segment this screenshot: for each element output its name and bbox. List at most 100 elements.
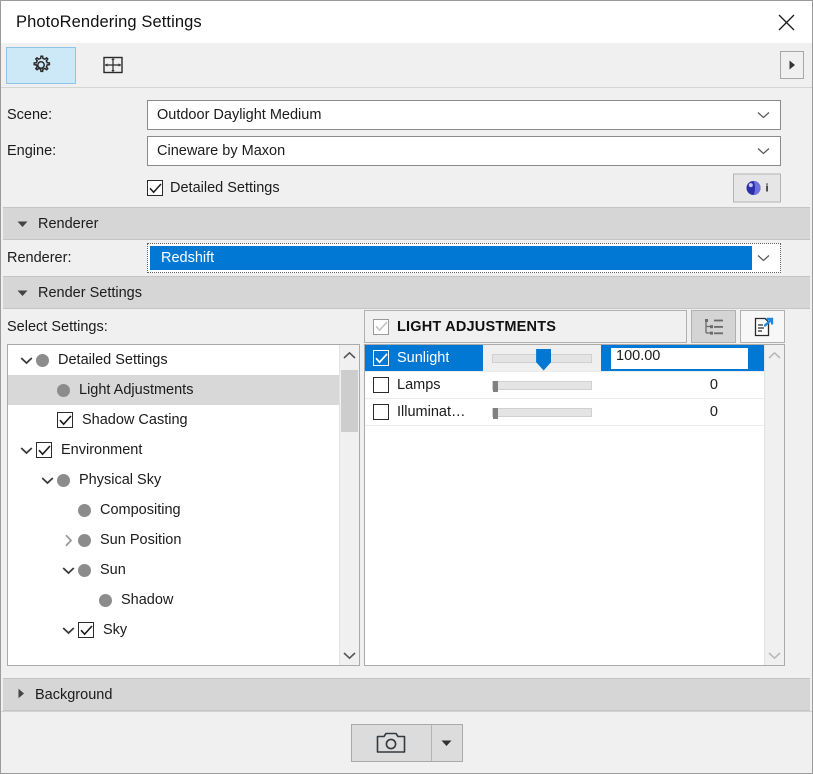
light-scrollbar[interactable] xyxy=(764,345,784,665)
renderer-info-button[interactable]: i xyxy=(733,174,781,203)
tree-twisty[interactable] xyxy=(58,566,78,575)
export-settings-button[interactable] xyxy=(740,310,785,343)
tree-item-light-adjustments[interactable]: Light Adjustments xyxy=(8,375,339,405)
light-value-cell: 0 xyxy=(601,399,764,425)
background-section-header[interactable]: Background xyxy=(3,678,810,711)
tree-checkbox[interactable] xyxy=(57,412,73,428)
render-button[interactable] xyxy=(352,725,432,761)
tree-item-label: Sun xyxy=(100,562,126,578)
scene-dropdown[interactable]: Outdoor Daylight Medium xyxy=(147,100,781,130)
scroll-down-button[interactable] xyxy=(340,645,359,665)
light-scroll-track[interactable] xyxy=(765,365,784,645)
photorendering-settings-window: PhotoRendering Settings xyxy=(0,0,813,774)
toolbar-overflow-button[interactable] xyxy=(780,51,804,79)
checkmark-icon xyxy=(38,445,51,456)
light-adjustments-title-box: LIGHT ADJUSTMENTS xyxy=(364,310,687,343)
tree-twisty[interactable] xyxy=(16,356,36,365)
light-rows: Sunlight 100.00 Lamps0Illuminat… 0 xyxy=(365,345,764,665)
checkmark-icon xyxy=(375,353,388,364)
tree-item-label: Compositing xyxy=(100,502,181,518)
bullet-icon xyxy=(78,534,91,547)
bullet-icon xyxy=(57,384,70,397)
light-slider[interactable] xyxy=(483,399,601,425)
settings-tab-button[interactable] xyxy=(6,47,76,84)
tree-item-detailed-settings[interactable]: Detailed Settings xyxy=(8,345,339,375)
renderer-dropdown[interactable]: Redshift xyxy=(147,243,781,273)
settings-split: Select Settings: Detailed SettingsLight … xyxy=(1,309,812,666)
renderer-row: Renderer: Redshift xyxy=(1,240,812,276)
light-name-cell: Lamps xyxy=(365,372,483,398)
light-row-sunlight[interactable]: Sunlight 100.00 xyxy=(365,345,764,372)
tree-item-environment[interactable]: Environment xyxy=(8,435,339,465)
tree-item-shadow-casting[interactable]: Shadow Casting xyxy=(8,405,339,435)
scroll-up-button[interactable] xyxy=(765,345,784,365)
triangle-down-icon xyxy=(441,739,452,747)
tree-scrollbar[interactable] xyxy=(339,345,359,665)
chevron-down-icon xyxy=(757,107,770,123)
tree-twisty[interactable] xyxy=(16,446,36,455)
tree-twisty[interactable] xyxy=(37,476,57,485)
tree-item-physical-sky[interactable]: Physical Sky xyxy=(8,465,339,495)
renderer-section-label: Renderer xyxy=(38,216,98,232)
tree-scroll-track[interactable] xyxy=(340,365,359,645)
tree-item-shadow[interactable]: Shadow xyxy=(8,585,339,615)
light-adjustments-header: LIGHT ADJUSTMENTS xyxy=(364,309,810,344)
triangle-down-icon xyxy=(17,216,28,232)
scroll-down-button[interactable] xyxy=(765,645,784,665)
footer-bar xyxy=(1,711,812,773)
engine-label: Engine: xyxy=(7,143,147,159)
tree-checkbox[interactable] xyxy=(36,442,52,458)
tree-twisty[interactable] xyxy=(58,626,78,635)
light-rows-container: Sunlight 100.00 Lamps0Illuminat… 0 xyxy=(364,344,785,666)
light-row-illuminat-[interactable]: Illuminat… 0 xyxy=(365,399,764,426)
light-row-checkbox[interactable] xyxy=(373,377,389,393)
light-slider[interactable] xyxy=(483,372,601,398)
slider-track[interactable] xyxy=(492,354,592,363)
bullet-icon xyxy=(78,504,91,517)
engine-dropdown[interactable]: Cineware by Maxon xyxy=(147,136,781,166)
slider-handle[interactable] xyxy=(493,381,498,392)
light-name: Sunlight xyxy=(397,350,449,366)
renderer-selection-highlight xyxy=(150,246,752,270)
slider-track[interactable] xyxy=(492,408,592,417)
tree-item-compositing[interactable]: Compositing xyxy=(8,495,339,525)
tree-item-label: Physical Sky xyxy=(79,472,161,488)
scroll-up-button[interactable] xyxy=(340,345,359,365)
size-tab-button[interactable] xyxy=(78,47,148,84)
tree-twisty[interactable] xyxy=(58,534,78,547)
checkmark-icon xyxy=(149,183,162,194)
light-row-checkbox[interactable] xyxy=(373,404,389,420)
scene-label: Scene: xyxy=(7,107,147,123)
slider-handle[interactable] xyxy=(493,408,498,419)
light-value-cell: 100.00 xyxy=(601,345,764,371)
tree-scroll-thumb[interactable] xyxy=(341,370,358,432)
render-settings-section-header[interactable]: Render Settings xyxy=(3,276,810,309)
renderer-section-header[interactable]: Renderer xyxy=(3,207,810,240)
render-options-dropdown[interactable] xyxy=(432,725,462,761)
tree-item-sun[interactable]: Sun xyxy=(8,555,339,585)
light-adjustments-pane: LIGHT ADJUSTMENTS xyxy=(360,309,810,666)
light-row-checkbox[interactable] xyxy=(373,350,389,366)
tree-list-icon xyxy=(703,317,725,337)
chevron-down-icon xyxy=(343,651,356,660)
tree-item-sky[interactable]: Sky xyxy=(8,615,339,645)
light-name-cell: Illuminat… xyxy=(365,399,483,425)
bullet-icon xyxy=(78,564,91,577)
light-name: Lamps xyxy=(397,377,441,393)
light-value-input[interactable]: 100.00 xyxy=(611,348,748,369)
tree-item-label: Sky xyxy=(103,622,127,638)
detailed-settings-checkbox[interactable] xyxy=(147,180,163,196)
renderer-value: Redshift xyxy=(150,250,214,266)
light-slider[interactable] xyxy=(483,345,601,371)
toolbar xyxy=(1,43,812,88)
slider-track[interactable] xyxy=(492,381,592,390)
tree-checkbox[interactable] xyxy=(78,622,94,638)
slider-handle[interactable] xyxy=(536,349,551,371)
light-row-lamps[interactable]: Lamps0 xyxy=(365,372,764,399)
tree-item-sun-position[interactable]: Sun Position xyxy=(8,525,339,555)
tree-list-button[interactable] xyxy=(691,310,736,343)
tree-item-label: Detailed Settings xyxy=(58,352,168,368)
close-button[interactable] xyxy=(760,1,812,43)
chevron-down-icon xyxy=(62,566,75,575)
light-adjustments-checkbox[interactable] xyxy=(373,319,389,335)
